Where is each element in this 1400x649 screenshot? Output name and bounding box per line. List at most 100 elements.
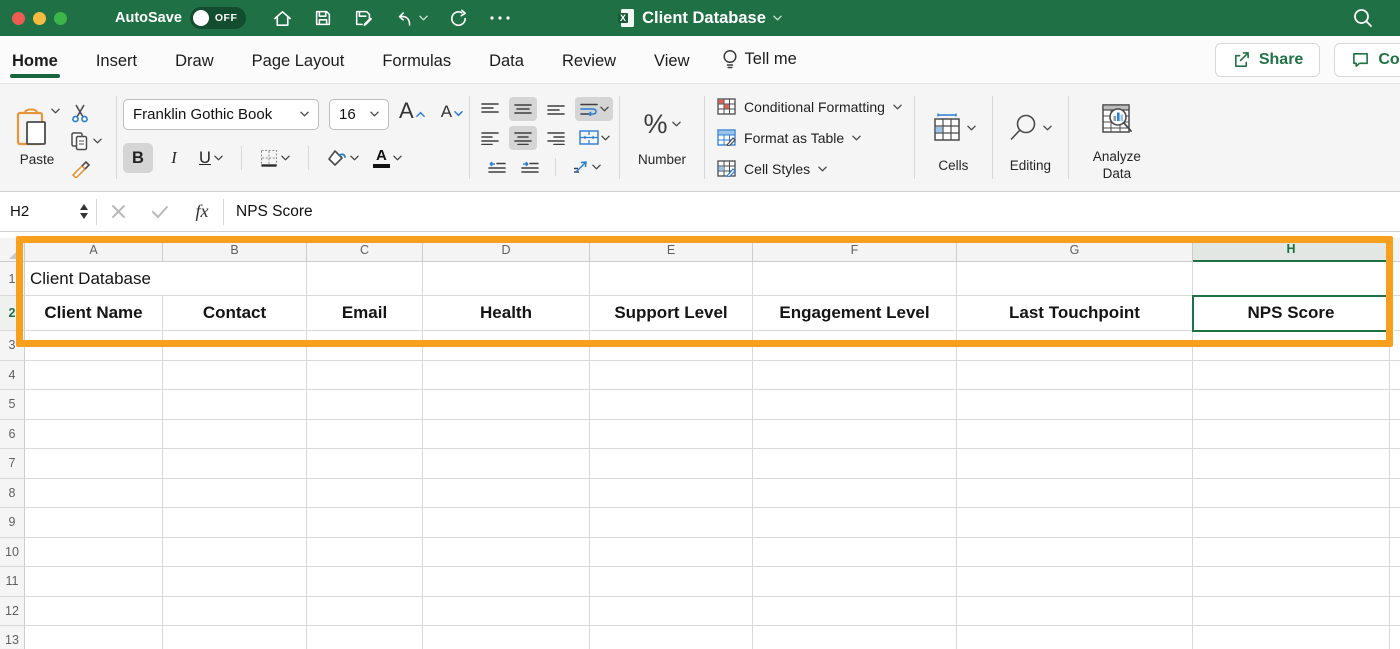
cell-A2[interactable]: Client Name — [25, 296, 163, 331]
cell-E7[interactable] — [590, 449, 753, 479]
cell-B6[interactable] — [163, 420, 307, 450]
home-icon[interactable] — [272, 8, 293, 29]
cell-H10[interactable] — [1193, 538, 1390, 568]
cell-F3[interactable] — [753, 331, 957, 361]
underline-button[interactable]: U — [195, 143, 227, 173]
cell-E13[interactable] — [590, 626, 753, 649]
tab-data[interactable]: Data — [487, 40, 526, 80]
cell-D4[interactable] — [423, 361, 590, 391]
cell-C1[interactable] — [307, 262, 423, 296]
row-header-1[interactable]: 1 — [0, 262, 25, 296]
cell-F11[interactable] — [753, 567, 957, 597]
cell-B8[interactable] — [163, 479, 307, 509]
tell-me[interactable]: Tell me — [722, 49, 797, 70]
cell-D3[interactable] — [423, 331, 590, 361]
row-header-13[interactable]: 13 — [0, 626, 25, 649]
cell-styles-dropdown-icon[interactable] — [818, 166, 827, 172]
format-as-table-dropdown-icon[interactable] — [852, 135, 861, 141]
cell-A7[interactable] — [25, 449, 163, 479]
align-left-button[interactable] — [476, 126, 504, 150]
paste-button[interactable]: Paste — [14, 108, 60, 167]
column-header-B[interactable]: B — [163, 238, 307, 262]
cell-C9[interactable] — [307, 508, 423, 538]
borders-dropdown-icon[interactable] — [281, 155, 290, 161]
row-header-10[interactable]: 10 — [0, 538, 25, 568]
cell-C8[interactable] — [307, 479, 423, 509]
analyze-data-button[interactable]: Analyze Data — [1075, 84, 1159, 191]
align-top-button[interactable] — [476, 97, 504, 121]
cells-dropdown-icon[interactable] — [967, 125, 976, 131]
cell-H9[interactable] — [1193, 508, 1390, 538]
row-header-7[interactable]: 7 — [0, 449, 25, 479]
cell-C12[interactable] — [307, 597, 423, 627]
cell-B3[interactable] — [163, 331, 307, 361]
cell-G10[interactable] — [957, 538, 1193, 568]
row-header-12[interactable]: 12 — [0, 597, 25, 627]
number-format-dropdown-icon[interactable] — [672, 121, 681, 127]
row-header-9[interactable]: 9 — [0, 508, 25, 538]
minimize-window-button[interactable] — [33, 12, 46, 25]
tab-home[interactable]: Home — [10, 40, 60, 80]
cell-H13[interactable] — [1193, 626, 1390, 649]
cell-B10[interactable] — [163, 538, 307, 568]
row-header-11[interactable]: 11 — [0, 567, 25, 597]
cell-H8[interactable] — [1193, 479, 1390, 509]
cell-E9[interactable] — [590, 508, 753, 538]
fill-color-button[interactable] — [323, 143, 363, 173]
insert-function-icon[interactable]: fx — [181, 201, 223, 222]
title-dropdown-icon[interactable] — [773, 15, 782, 21]
cell-G12[interactable] — [957, 597, 1193, 627]
cell-G2[interactable]: Last Touchpoint — [957, 296, 1193, 331]
cell-F7[interactable] — [753, 449, 957, 479]
cell-C11[interactable] — [307, 567, 423, 597]
cell-B2[interactable]: Contact — [163, 296, 307, 331]
row-header-4[interactable]: 4 — [0, 361, 25, 391]
close-window-button[interactable] — [12, 12, 25, 25]
cell-D7[interactable] — [423, 449, 590, 479]
cell-C5[interactable] — [307, 390, 423, 420]
cell-D12[interactable] — [423, 597, 590, 627]
document-title[interactable]: Client Database — [642, 9, 766, 28]
save-icon[interactable] — [313, 8, 333, 28]
cell-styles-button[interactable]: Cell Styles — [717, 157, 827, 181]
cell-F6[interactable] — [753, 420, 957, 450]
cell-C13[interactable] — [307, 626, 423, 649]
undo-icon[interactable] — [394, 8, 428, 29]
decrease-font-button[interactable]: A — [441, 102, 463, 127]
increase-font-button[interactable]: A — [399, 98, 425, 130]
cell-B7[interactable] — [163, 449, 307, 479]
cell-A9[interactable] — [25, 508, 163, 538]
cell-B12[interactable] — [163, 597, 307, 627]
column-header-C[interactable]: C — [307, 238, 423, 262]
select-all-corner[interactable] — [0, 238, 25, 262]
cells-group[interactable]: Cells — [921, 84, 986, 191]
formula-bar-content[interactable]: NPS Score — [236, 203, 313, 221]
cell-F9[interactable] — [753, 508, 957, 538]
cell-G3[interactable] — [957, 331, 1193, 361]
cell-F2[interactable]: Engagement Level — [753, 296, 957, 331]
name-box-spinner[interactable] — [80, 204, 88, 219]
format-painter-button[interactable] — [70, 158, 90, 180]
merge-center-button[interactable] — [575, 126, 613, 150]
cell-A10[interactable] — [25, 538, 163, 568]
align-right-button[interactable] — [542, 126, 570, 150]
copy-dropdown-icon[interactable] — [93, 138, 102, 144]
cell-H5[interactable] — [1193, 390, 1390, 420]
cell-A8[interactable] — [25, 479, 163, 509]
bold-button[interactable]: B — [123, 143, 153, 173]
align-center-button[interactable] — [509, 126, 537, 150]
cell-F12[interactable] — [753, 597, 957, 627]
cell-B5[interactable] — [163, 390, 307, 420]
window-controls[interactable] — [12, 12, 67, 25]
fill-color-dropdown-icon[interactable] — [350, 155, 359, 161]
column-header-D[interactable]: D — [423, 238, 590, 262]
cell-F4[interactable] — [753, 361, 957, 391]
row-header-2[interactable]: 2 — [0, 296, 25, 331]
percent-style-button[interactable]: % — [644, 109, 681, 140]
cell-A5[interactable] — [25, 390, 163, 420]
cell-G13[interactable] — [957, 626, 1193, 649]
tab-formulas[interactable]: Formulas — [380, 40, 453, 80]
cell-E3[interactable] — [590, 331, 753, 361]
cell-H2[interactable]: NPS Score — [1193, 296, 1390, 331]
tab-review[interactable]: Review — [560, 40, 618, 80]
